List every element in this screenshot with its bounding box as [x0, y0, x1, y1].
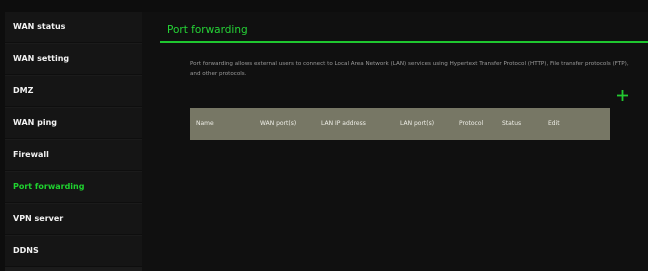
column-header-lan-ports: LAN port(s) [400, 120, 435, 127]
column-header-wan-ports: WAN port(s) [260, 120, 297, 127]
add-rule-button[interactable] [616, 89, 628, 101]
sidebar-item-label: DDNS [13, 246, 39, 255]
column-header-name: Name [196, 120, 214, 127]
sidebar-item-label: VPN server [13, 214, 64, 223]
sidebar-item-port-forwarding[interactable]: Port forwarding [5, 172, 142, 203]
column-header-edit: Edit [548, 120, 560, 127]
column-header-protocol: Protocol [459, 120, 484, 127]
sidebar-item-label: WAN ping [13, 118, 58, 127]
main-panel: Port forwarding Port forwarding allows e… [142, 12, 648, 271]
column-header-status: Status [502, 120, 522, 127]
column-header-lan-ip: LAN IP address [321, 120, 366, 127]
sidebar: WAN status WAN setting DMZ WAN ping Fire… [5, 12, 142, 271]
table-header: Name WAN port(s) LAN IP address LAN port… [190, 108, 610, 140]
router-admin-frame: WAN status WAN setting DMZ WAN ping Fire… [0, 0, 648, 271]
plus-icon [616, 89, 628, 101]
title-divider [160, 41, 648, 43]
sidebar-item-dmz[interactable]: DMZ [5, 76, 142, 107]
sidebar-item-firewall[interactable]: Firewall [5, 140, 142, 171]
sidebar-item-wan-ping[interactable]: WAN ping [5, 108, 142, 139]
page-description: Port forwarding allows external users to… [190, 61, 629, 77]
sidebar-item-ddns[interactable]: DDNS [5, 236, 142, 267]
sidebar-item-label: DMZ [13, 86, 34, 95]
sidebar-item-label: WAN status [13, 22, 66, 31]
page-title: Port forwarding [167, 24, 248, 36]
sidebar-item-wan-setting[interactable]: WAN setting [5, 44, 142, 75]
sidebar-item-label: WAN setting [13, 54, 70, 63]
sidebar-item-wan-status[interactable]: WAN status [5, 12, 142, 43]
sidebar-item-label: Port forwarding [13, 182, 85, 191]
sidebar-item-vpn-server[interactable]: VPN server [5, 204, 142, 235]
sidebar-item-label: Firewall [13, 150, 49, 159]
